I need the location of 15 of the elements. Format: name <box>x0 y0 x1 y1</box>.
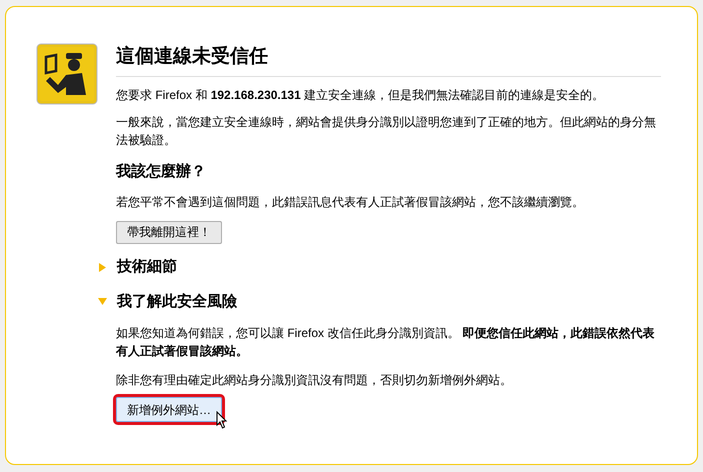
down-triangle-icon <box>98 297 107 306</box>
add-exception-button[interactable]: 新增例外網站… <box>116 397 222 422</box>
section-heading: 我該怎麼辦？ <box>116 162 207 182</box>
paragraph: 一般來說，當您建立安全連線時，網站會提供身分識別以證明您連到了正確的地方。但此網站的身分無法被驗證。 <box>116 114 657 148</box>
expander-toggle[interactable]: 技術細節 <box>98 256 661 278</box>
page-title: 這個連線未受信任 <box>116 43 661 76</box>
right-triangle-icon <box>98 262 107 272</box>
officer-icon <box>36 43 98 105</box>
expander-toggle[interactable]: 我了解此安全風險 <box>98 290 661 313</box>
paragraph: 如果您知道為何錯誤，您可以讓 Firefox 改信任此身分識別資訊。 即便您信任此網站，此錯誤依然代表有人正試著假冒該網站。 <box>116 325 656 360</box>
paragraph: 除非您有理由確定此網站身分識別資訊沒有問題，否則切勿新增例外網站。 <box>116 372 513 389</box>
paragraph: 若您平常不會遇到這個問題，此錯誤訊息代表有人正試著假冒該網站，您不該繼續瀏覽。 <box>116 194 585 211</box>
cursor-icon <box>216 411 228 429</box>
paragraph: 您要求 Firefox 和 192.168.230.131 建立安全連線，但是我們無法確認目前的連線是安全的。 <box>116 86 606 104</box>
leave-button[interactable]: 帶我離開這裡！ <box>116 220 222 244</box>
